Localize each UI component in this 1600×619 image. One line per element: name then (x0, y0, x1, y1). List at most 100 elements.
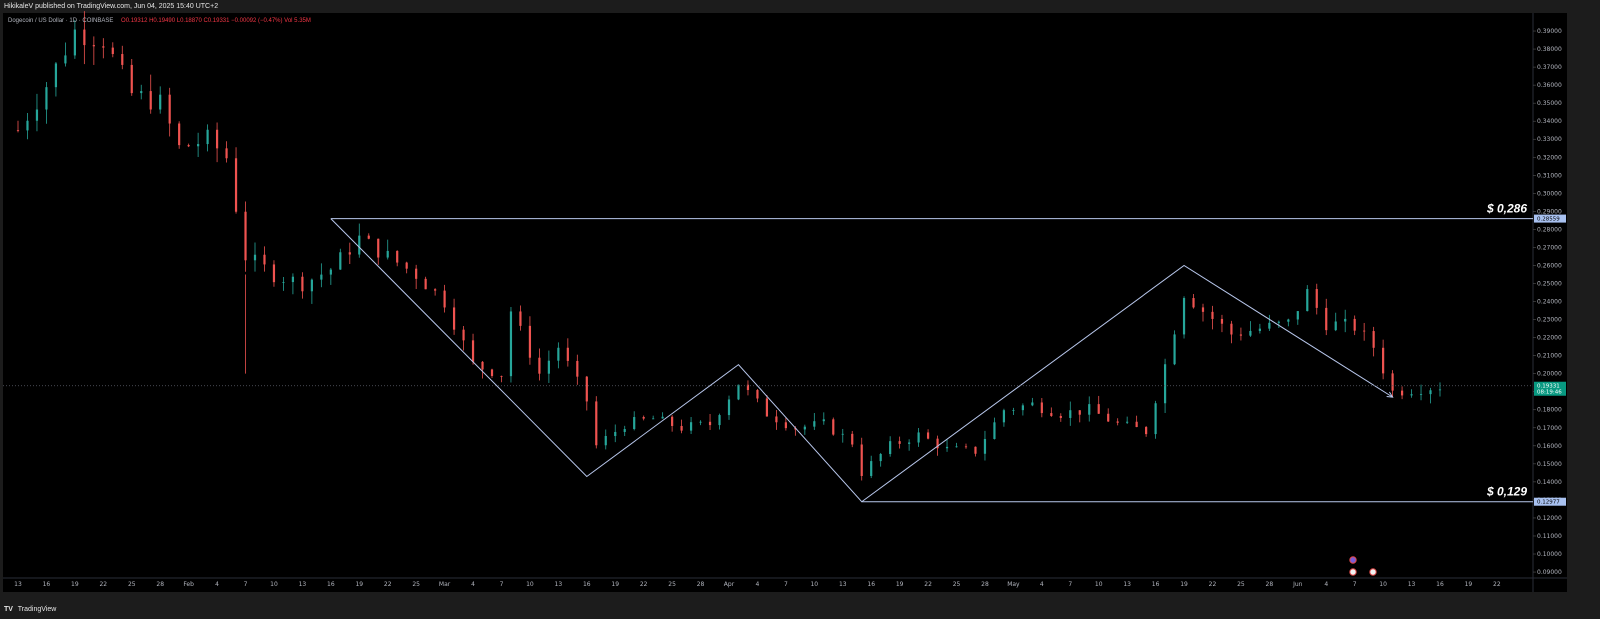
candle-body (215, 129, 219, 149)
candlestick-chart[interactable]: 0.39000 0.38000 0.37000 0.36000 0.35000 0.340… (0, 0, 1600, 619)
candle-body (1306, 289, 1309, 312)
candle-body (642, 417, 645, 419)
time-tick-label: 10 (526, 581, 534, 588)
price-tick-label: 0.20000 (1537, 371, 1562, 378)
event-marker-icon[interactable] (1369, 568, 1377, 576)
candle-body (661, 416, 664, 419)
time-tick-label: 4 (1040, 581, 1044, 588)
candle-body (813, 421, 816, 427)
price-tick-label: 0.25000 (1537, 281, 1562, 288)
brand-name: TradingView (17, 606, 57, 613)
candle-body (1097, 404, 1100, 414)
candle-body (1192, 298, 1195, 308)
candle-body (272, 264, 276, 283)
candle-body (149, 91, 152, 110)
candle-body (509, 311, 513, 377)
candle-body (26, 120, 29, 131)
candle-body (462, 329, 465, 341)
candle-body (983, 438, 987, 454)
candle-body (130, 64, 133, 94)
candle-body (481, 361, 484, 370)
zigzag-arrowhead (1386, 391, 1394, 398)
candle-body (1182, 298, 1186, 335)
candle-body (803, 426, 806, 430)
candle-body (832, 419, 835, 435)
candle-body (1135, 421, 1138, 428)
time-tick-label: 10 (270, 581, 278, 588)
candle-body (908, 442, 911, 444)
candle-body (490, 369, 494, 376)
time-tick-label: May (1007, 581, 1020, 588)
symbol-name[interactable]: Dogecoin / US Dollar · 1D · COINBASE (8, 18, 113, 24)
candle-body (178, 123, 181, 146)
candle-body (1078, 410, 1081, 415)
event-marker-icon[interactable] (1349, 568, 1357, 576)
candle-body (1315, 289, 1318, 308)
candle-body (1239, 334, 1243, 336)
price-tick-label: 0.32000 (1537, 154, 1562, 161)
candle-body (1031, 402, 1034, 406)
candle-body (822, 419, 825, 422)
time-tick-label: 4 (215, 581, 219, 588)
time-tick-label: 7 (500, 581, 504, 588)
last-price-countdown: 08:19:46 (1537, 390, 1562, 396)
candle-body (964, 446, 968, 448)
candle-body (452, 307, 456, 330)
candle-body (301, 276, 304, 292)
price-tick-label: 0.11000 (1537, 533, 1562, 540)
time-tick-label: 13 (1123, 581, 1131, 588)
price-tick-label: 0.28000 (1537, 226, 1562, 233)
candle-body (889, 441, 892, 454)
time-tick-label: 16 (43, 581, 51, 588)
candle-body (689, 422, 693, 431)
candle-body (367, 235, 370, 239)
candle-body (500, 375, 503, 377)
price-tick-label: 0.39000 (1537, 28, 1562, 35)
candle-body (1211, 311, 1214, 319)
candle-body (310, 279, 313, 292)
price-tick-label: 0.33000 (1537, 136, 1562, 143)
price-tick-label: 0.14000 (1537, 479, 1562, 486)
candle-body (1230, 323, 1233, 335)
candle-body (652, 418, 655, 420)
candle-body (576, 360, 579, 377)
time-tick-label: 19 (1180, 581, 1188, 588)
time-tick-label: 25 (128, 581, 136, 588)
candle-body (92, 45, 95, 47)
candle-body (1201, 307, 1205, 312)
candle-body (1410, 394, 1413, 396)
footer-brand[interactable]: TV TradingView (4, 604, 56, 616)
event-marker-icon[interactable] (1349, 556, 1357, 564)
candle-body (557, 347, 560, 361)
candle-body (83, 29, 86, 46)
price-tick-label: 0.27000 (1537, 244, 1562, 251)
price-tick-label: 0.10000 (1537, 551, 1562, 558)
candle-body (1069, 410, 1072, 418)
candle-body (320, 274, 323, 280)
candle-body (386, 250, 389, 258)
time-tick-label: 16 (1436, 581, 1444, 588)
candle-body (348, 252, 351, 255)
candle-body (291, 276, 295, 283)
candle-body (633, 417, 636, 430)
candle-body (54, 63, 58, 88)
candle-body (870, 461, 873, 476)
time-tick-label: 13 (14, 581, 22, 588)
time-tick-label: 25 (1237, 581, 1245, 588)
price-tick-label: 0.26000 (1537, 262, 1562, 269)
symbol-legend: Dogecoin / US Dollar · 1D · COINBASE O0.… (8, 16, 311, 26)
candle-body (671, 416, 674, 426)
time-tick-label: 13 (299, 581, 307, 588)
candle-body (434, 289, 437, 291)
candle-body (708, 421, 712, 426)
candle-body (1382, 347, 1385, 374)
candle-body (111, 47, 114, 55)
candle-body (64, 55, 67, 64)
candle-body (329, 269, 332, 275)
price-tick-label: 0.15000 (1537, 461, 1562, 468)
price-tick-label: 0.12000 (1537, 515, 1562, 522)
price-tick-label: 0.17000 (1537, 425, 1562, 432)
time-tick-label: Apr (724, 581, 735, 588)
candle-body (699, 421, 702, 423)
candle-body (993, 422, 996, 439)
